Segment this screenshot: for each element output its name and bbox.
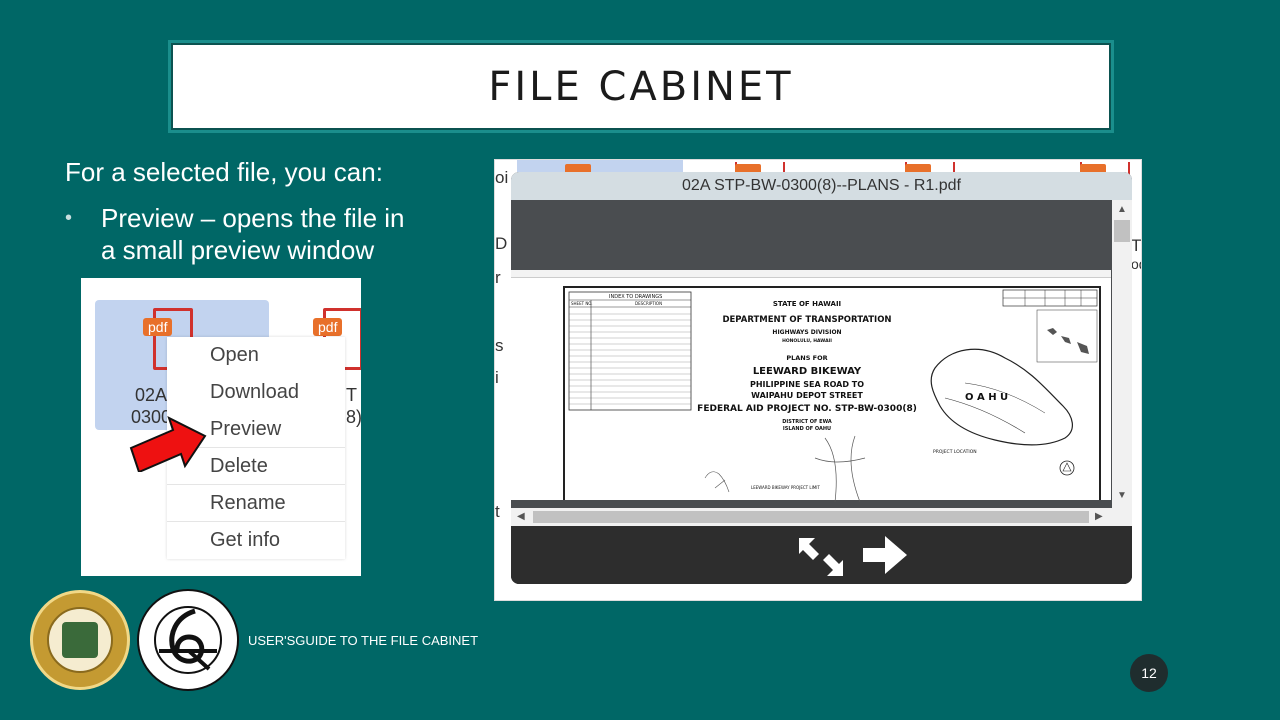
red-arrow-icon — [129, 416, 207, 472]
plan-city: HONOLULU, HAWAII — [782, 338, 832, 344]
plan-fed-project: FEDERAL AID PROJECT NO. STP-BW-0300(8) — [697, 404, 917, 414]
right-arrow-icon[interactable] — [861, 534, 909, 576]
scroll-left-icon[interactable]: ◀ — [517, 511, 525, 522]
dot-emblem-icon — [154, 606, 222, 674]
seal-inner — [47, 607, 113, 673]
footer-text: USER'SGUIDE TO THE FILE CABINET — [248, 633, 479, 648]
plan-route2: WAIPAHU DEPOT STREET — [751, 391, 863, 400]
slide-title: FILE CABINET — [488, 63, 794, 110]
horizontal-scroll-thumb[interactable] — [533, 511, 1089, 523]
bg-text-fragment: od — [1131, 256, 1141, 272]
plan-island: ISLAND OF OAHU — [783, 426, 831, 432]
pdf-page-top — [511, 270, 1111, 278]
title-box: FILE CABINET — [168, 40, 1114, 133]
pdf-badge: pdf — [143, 318, 173, 336]
menu-item-download[interactable]: Download — [167, 374, 345, 411]
plan-division: HIGHWAYS DIVISION — [772, 329, 841, 336]
bullet-text: Preview – opens the file in a small prev… — [101, 203, 405, 265]
plan-drawing: INDEX TO DRAWINGS SHEET NO. DESCRIPTION … — [514, 286, 1101, 503]
index-col-sheet: SHEET NO. — [571, 301, 593, 306]
bg-text-fragment: D — [495, 234, 508, 253]
plan-dept: DEPARTMENT OF TRANSPORTATION — [722, 315, 891, 325]
plan-project: LEEWARD BIKEWAY — [753, 366, 862, 377]
context-menu-screenshot: pdf 02A S 0300(8 pdf T 8) Open Download … — [81, 278, 361, 576]
plan-project-location: PROJECT LOCATION — [933, 449, 977, 455]
vertical-scrollbar[interactable]: ▲ ▼ — [1112, 200, 1132, 508]
plan-district: DISTRICT OF EWA — [782, 419, 832, 425]
menu-item-get-info[interactable]: Get info — [167, 522, 345, 559]
horizontal-scrollbar[interactable]: ◀ ▶ — [511, 508, 1132, 526]
menu-item-rename[interactable]: Rename — [167, 485, 345, 522]
plan-plans-for: PLANS FOR — [786, 354, 827, 362]
menu-item-open[interactable]: Open — [167, 337, 345, 374]
pdf-viewer-area[interactable]: INDEX TO DRAWINGS SHEET NO. DESCRIPTION … — [511, 200, 1132, 526]
index-col-desc: DESCRIPTION — [635, 301, 662, 306]
plan-oahu-label: O A H U — [965, 392, 1008, 403]
plan-bikeway-limit: LEEWARD BIKEWAY PROJECT LIMIT — [751, 485, 820, 490]
bg-text-fragment: i — [495, 368, 499, 387]
pdf-badge: pdf — [313, 318, 343, 336]
scroll-up-icon[interactable]: ▲ — [1117, 204, 1127, 215]
vertical-scroll-thumb[interactable] — [1114, 220, 1130, 242]
scroll-down-icon[interactable]: ▼ — [1117, 490, 1127, 501]
scroll-right-icon[interactable]: ▶ — [1095, 511, 1103, 522]
preview-controls — [511, 526, 1132, 584]
bg-text-fragment: r — [495, 268, 501, 287]
plan-state: STATE OF HAWAII — [773, 300, 841, 308]
dot-logo — [137, 589, 239, 691]
preview-dialog: 02A STP-BW-0300(8)--PLANS - R1.pdf INDEX… — [511, 172, 1132, 584]
index-title: INDEX TO DRAWINGS — [609, 294, 662, 300]
plan-route1: PHILIPPINE SEA ROAD TO — [750, 380, 864, 389]
bg-text-fragment: T — [1131, 236, 1142, 255]
plan-drawing-content: INDEX TO DRAWINGS SHEET NO. DESCRIPTION … — [514, 289, 1098, 503]
preview-dialog-title: 02A STP-BW-0300(8)--PLANS - R1.pdf — [511, 172, 1132, 200]
bg-text-fragment: oi — [495, 168, 509, 187]
preview-screenshot: oi D r s i t T od 02A STP-BW-0300(8)--PL… — [494, 159, 1142, 601]
expand-arrows-icon[interactable] — [795, 534, 847, 580]
file-name-2: T 8) — [346, 385, 361, 427]
seal-shield — [62, 622, 98, 658]
intro-text: For a selected file, you can: — [65, 157, 383, 187]
state-seal-logo — [30, 590, 130, 690]
pdf-page: INDEX TO DRAWINGS SHEET NO. DESCRIPTION … — [511, 278, 1111, 503]
bg-text-fragment: t — [495, 502, 500, 521]
bullet-dot-icon: • — [65, 207, 73, 229]
bg-text-fragment: s — [495, 336, 504, 355]
page-number: 12 — [1130, 654, 1168, 692]
